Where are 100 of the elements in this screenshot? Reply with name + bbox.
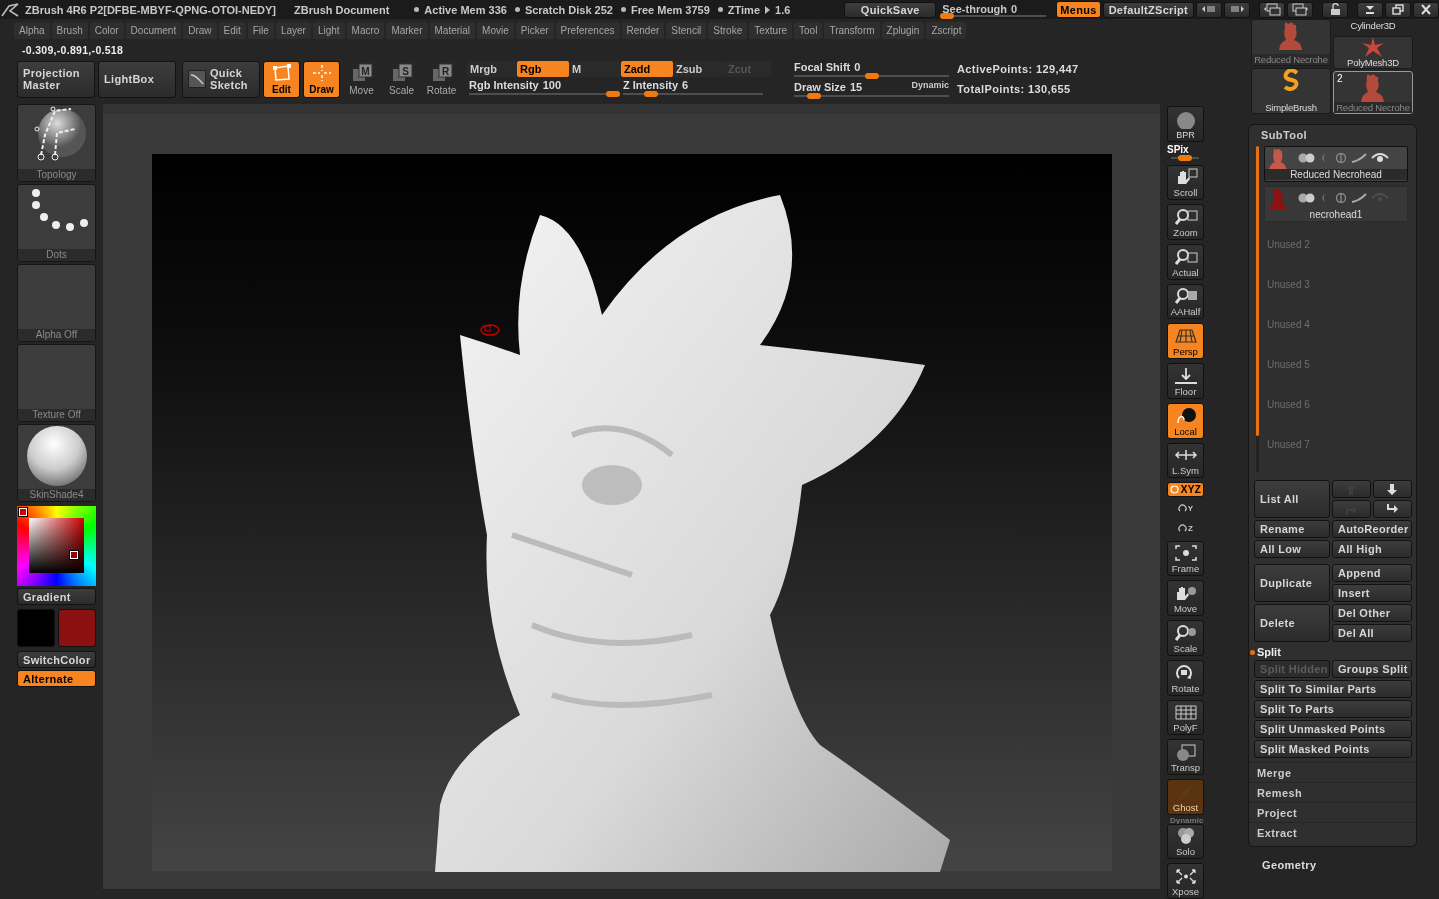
polyf-button[interactable]: PolyF — [1167, 699, 1204, 736]
alternate-button[interactable]: Alternate — [17, 670, 96, 687]
slider-thumb[interactable] — [1178, 154, 1192, 161]
split-button[interactable]: Split To Similar Parts — [1254, 680, 1412, 698]
menu-item[interactable]: Brush — [51, 22, 88, 39]
split-button[interactable]: Split Unmasked Points — [1254, 720, 1412, 738]
menu-item[interactable]: Material — [429, 22, 476, 39]
menu-item[interactable]: Stroke — [708, 22, 748, 39]
restore-button[interactable] — [1385, 1, 1411, 18]
arrow-button[interactable] — [1373, 500, 1412, 518]
rotate-mode-button[interactable]: R Rotate — [423, 60, 460, 98]
rotate-button[interactable]: Rotate — [1167, 659, 1204, 696]
tool-thumbnail[interactable]: Reduced Necrohe — [1251, 19, 1331, 66]
menu-item[interactable]: Transform — [824, 22, 880, 39]
menu-item[interactable]: Render — [621, 22, 665, 39]
subtool-button[interactable]: Append — [1332, 564, 1412, 582]
section-header[interactable]: Geometry — [1248, 859, 1439, 871]
solo-button[interactable]: Solo — [1167, 823, 1204, 860]
minimize-button[interactable] — [1357, 1, 1383, 18]
subtool-button[interactable]: Del All — [1332, 624, 1412, 642]
zscript-button[interactable]: DefaultZScript — [1102, 1, 1194, 18]
document-canvas[interactable] — [152, 154, 1112, 871]
split-button[interactable]: Split To Parts — [1254, 700, 1412, 718]
tool-thumbnail[interactable]: Reduced Necrohe 2 — [1333, 71, 1413, 114]
move-button[interactable]: Move — [1167, 580, 1204, 617]
stacked-windows-button[interactable] — [1287, 1, 1313, 18]
persp-button[interactable]: Persp — [1167, 323, 1204, 360]
subtool-button[interactable]: Del Other — [1332, 604, 1412, 622]
scale-mode-button[interactable]: S Scale — [383, 60, 420, 98]
color-picker[interactable] — [17, 506, 96, 586]
menu-item[interactable]: File — [247, 22, 274, 39]
lsym-button[interactable]: L.Sym — [1167, 442, 1204, 479]
slider-thumb[interactable] — [606, 90, 620, 97]
menus-button[interactable]: Menus — [1056, 1, 1101, 18]
subtool-button[interactable]: Duplicate — [1254, 564, 1330, 602]
subtool-button[interactable]: All High — [1332, 540, 1412, 558]
subtool-button[interactable]: All Low — [1254, 540, 1330, 558]
tool-thumbnail[interactable]: SimpleBrush — [1251, 67, 1331, 114]
alpha-tile[interactable]: Alpha Off — [17, 264, 96, 342]
xpose-button[interactable]: Xpose — [1167, 863, 1204, 899]
projection-master-button[interactable]: Projection Master — [17, 60, 95, 98]
split-button[interactable]: Split Masked Points — [1254, 740, 1412, 758]
subtool-button[interactable]: Rename — [1254, 520, 1330, 538]
split-button[interactable]: Groups Split — [1332, 660, 1412, 678]
see-through-slider[interactable]: See-through 0 — [942, 2, 1047, 17]
axis-rotate-toggle[interactable]: Y — [1167, 501, 1204, 517]
arrow-button[interactable] — [1373, 480, 1412, 498]
texture-tile[interactable]: Texture Off — [17, 344, 96, 422]
close-button[interactable] — [1413, 1, 1439, 18]
menu-item[interactable]: Edit — [218, 22, 246, 39]
frame-button[interactable]: Frame — [1167, 540, 1204, 577]
menu-item[interactable]: Draw — [183, 22, 217, 39]
menu-item[interactable]: Color — [89, 22, 124, 39]
menu-item[interactable]: Zplugin — [881, 22, 925, 39]
lightbox-button[interactable]: LightBox — [98, 60, 176, 98]
slider-thumb[interactable] — [864, 73, 879, 79]
subtool-button[interactable]: Insert — [1332, 584, 1412, 602]
material-tile[interactable]: SkinShade4 — [17, 424, 96, 502]
stroke-tile[interactable]: Dots — [17, 184, 96, 262]
floor-button[interactable]: Floor — [1167, 363, 1204, 399]
draw-mode-button[interactable]: Draw — [303, 60, 340, 98]
dynamic-label[interactable]: Dynamic — [911, 80, 949, 90]
move-mode-button[interactable]: M Move — [343, 60, 380, 98]
tool-thumbnail[interactable]: Cylinder3D — [1333, 19, 1413, 34]
channel-toggle[interactable]: M — [569, 60, 621, 77]
subtool-item[interactable]: necrohead1 — [1264, 186, 1408, 222]
menu-item[interactable]: Marker — [386, 22, 428, 39]
scroll-button[interactable]: Scroll — [1167, 164, 1204, 201]
intensity-slider[interactable]: Rgb Intensity 100 — [467, 78, 621, 98]
panel-title[interactable]: SubTool — [1249, 125, 1416, 144]
menu-item[interactable]: Alpha — [14, 22, 50, 39]
subtool-button[interactable]: Delete — [1254, 604, 1330, 642]
channel-toggle[interactable]: Mrgb — [467, 60, 517, 77]
edit-mode-button[interactable]: Edit — [263, 60, 300, 98]
gradient-button[interactable]: Gradient — [17, 588, 96, 605]
menu-item[interactable]: Texture — [749, 22, 793, 39]
menu-item[interactable]: Stencil — [666, 22, 707, 39]
scale-button[interactable]: Scale — [1167, 620, 1204, 656]
quicksave-button[interactable]: QuickSave — [844, 1, 937, 18]
actual-button[interactable]: Actual — [1167, 244, 1204, 280]
transp-button[interactable]: Transp — [1167, 739, 1204, 775]
section-header[interactable]: Merge — [1249, 762, 1416, 782]
intensity-slider[interactable]: Z Intensity 6 — [621, 78, 771, 98]
slider-thumb[interactable] — [644, 90, 658, 97]
stacked-windows-button[interactable] — [1259, 1, 1285, 18]
channel-toggle[interactable]: Zadd — [621, 60, 673, 77]
local-button[interactable]: Local — [1167, 402, 1204, 439]
slider-thumb[interactable] — [807, 93, 822, 99]
color-swatch[interactable] — [58, 609, 96, 647]
zoom-button[interactable]: Zoom — [1167, 204, 1204, 241]
color-swatch[interactable] — [17, 609, 55, 647]
menu-item[interactable]: Tool — [794, 22, 823, 39]
scrollbar[interactable] — [1256, 146, 1259, 472]
padlock-button[interactable] — [1322, 1, 1348, 18]
menu-item[interactable]: Document — [125, 22, 182, 39]
quick-sketch-button[interactable]: Quick Sketch — [182, 60, 260, 98]
switch-color-button[interactable]: SwitchColor — [17, 651, 96, 668]
eye-icon[interactable] — [1371, 152, 1389, 164]
channel-toggle[interactable]: Rgb — [517, 60, 569, 77]
section-header[interactable]: Extract — [1249, 822, 1416, 842]
